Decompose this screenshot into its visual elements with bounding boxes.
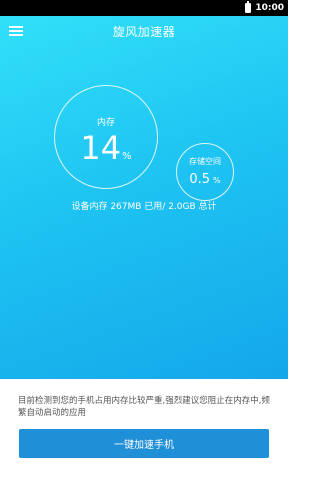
info-panel: 目前检测到您的手机占用内存比较严重,强烈建议您阻止在内存中,频繁自动启动的应用 … (0, 379, 288, 480)
storage-unit: % (213, 176, 221, 185)
app-bar: 旋风加速器 (0, 16, 288, 46)
memory-value-wrap: 14% (55, 130, 157, 166)
hero-panel: 旋风加速器 内存 14% 存储空间 0.5% 设备内存 267MB 已用/ 2.… (0, 16, 288, 379)
app-title: 旋风加速器 (112, 25, 176, 39)
device-memory-text: 设备内存 267MB 已用/ 2.0GB 总计 (71, 202, 217, 212)
storage-value: 0.5 (189, 172, 211, 187)
status-bar: 10:00 (0, 0, 288, 16)
storage-label: 存储空间 (189, 157, 221, 166)
battery-icon (245, 1, 252, 13)
memory-value: 14 (80, 129, 122, 167)
memory-label: 内存 (96, 118, 115, 128)
storage-circle: 存储空间 0.5% (176, 143, 234, 201)
status-right: 10:00 (245, 1, 284, 14)
boost-phone-button[interactable]: 一键加速手机 (19, 429, 269, 458)
memory-unit: % (122, 151, 132, 162)
storage-value-wrap: 0.5% (177, 168, 233, 187)
status-time: 10:00 (255, 3, 284, 13)
memory-circle: 内存 14% (54, 85, 158, 189)
warning-text: 目前检测到您的手机占用内存比较严重,强烈建议您阻止在内存中,频繁自动启动的应用 (18, 396, 270, 418)
